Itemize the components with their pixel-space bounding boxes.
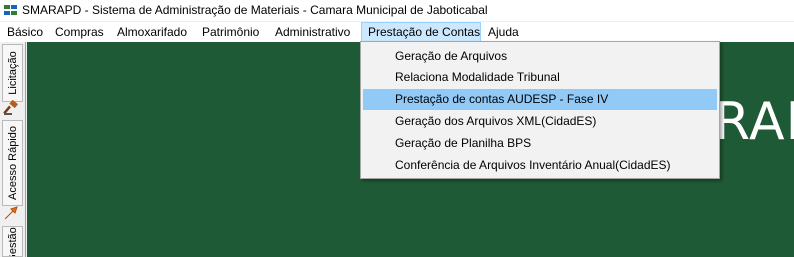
menu-item-geracao-planilha-bps[interactable]: Geração de Planilha BPS [363,133,717,154]
prestacao-de-contas-dropdown: Geração de Arquivos Relaciona Modalidade… [360,41,720,179]
side-tab-strip: Licitação Acesso Rápido Gestão [0,42,26,257]
window-title: SMARAPD - Sistema de Administração de Ma… [22,3,488,17]
menu-almoxarifado[interactable]: Almoxarifado [111,22,193,42]
tab-gestao[interactable]: Gestão [2,226,23,257]
tab-acesso-rapido[interactable]: Acesso Rápido [2,120,23,206]
menu-item-geracao-de-arquivos[interactable]: Geração de Arquivos [363,46,717,67]
menu-ajuda[interactable]: Ajuda [482,22,525,42]
tab-licitacao[interactable]: Licitação [2,44,23,102]
tab-acesso-rapido-label: Acesso Rápido [6,126,19,200]
tab-licitacao-label: Licitação [6,51,19,95]
app-icon [3,3,18,17]
menu-item-relaciona-modalidade-tribunal[interactable]: Relaciona Modalidade Tribunal [363,67,717,88]
menu-patrimonio[interactable]: Patrimônio [196,22,265,42]
title-bar: SMARAPD - Sistema de Administração de Ma… [0,0,794,21]
tab-gestao-label: Gestão [6,227,19,257]
menu-bar: Básico Compras Almoxarifado Patrimônio A… [0,22,794,42]
gavel-icon [3,100,18,115]
menu-prestacao-de-contas[interactable]: Prestação de Contas [361,22,481,42]
menu-item-geracao-arquivos-xml[interactable]: Geração dos Arquivos XML(CidadES) [363,111,717,132]
menu-basico[interactable]: Básico [1,22,49,42]
menu-item-conferencia-inventario-anual[interactable]: Conferência de Arquivos Inventário Anual… [363,155,717,176]
logo-text: RAI [714,92,794,152]
menu-administrativo[interactable]: Administrativo [269,22,356,42]
arrow-icon [4,206,18,220]
menu-item-prestacao-audesp-fase-iv[interactable]: Prestação de contas AUDESP - Fase IV [363,89,717,110]
menu-compras[interactable]: Compras [49,22,110,42]
